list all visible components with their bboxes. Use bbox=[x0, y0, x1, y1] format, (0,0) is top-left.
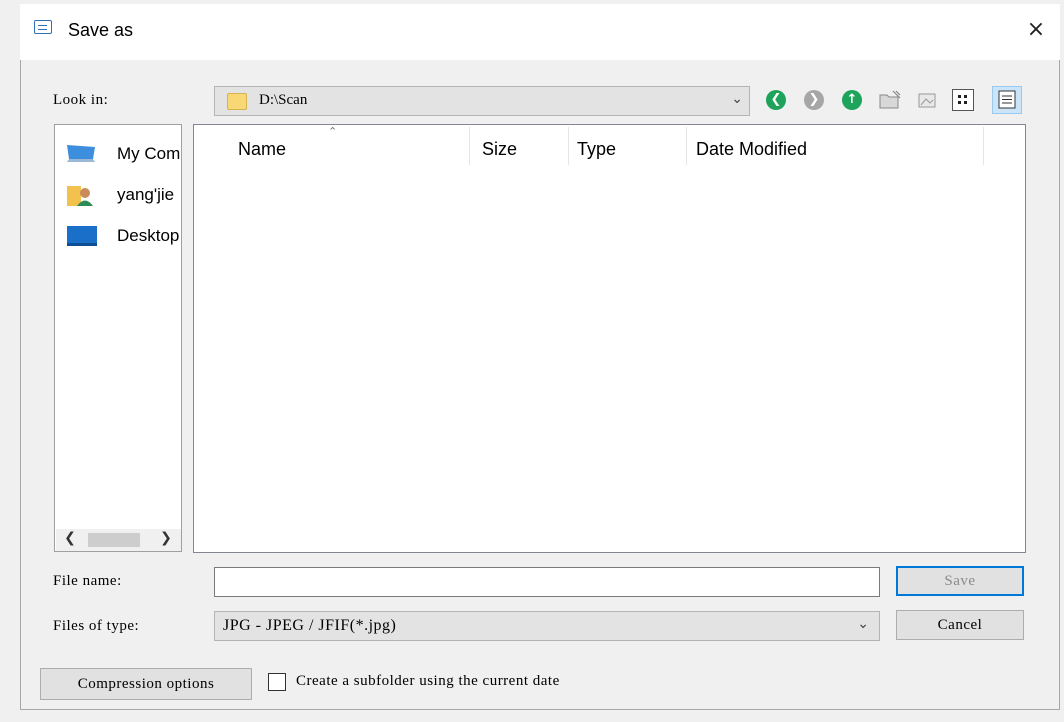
column-header-name[interactable]: Name bbox=[238, 139, 286, 160]
file-name-label: File name: bbox=[53, 573, 122, 589]
column-divider[interactable] bbox=[568, 127, 569, 165]
desktop-icon bbox=[67, 226, 97, 246]
back-icon[interactable]: ❮ bbox=[766, 90, 786, 110]
user-folder-icon bbox=[67, 186, 93, 206]
look-in-label: Look in: bbox=[53, 92, 109, 108]
subfolder-checkbox-label: Create a subfolder using the current dat… bbox=[296, 673, 560, 689]
places-bar: My Computer yang'jie Desktop ❮ ❯ bbox=[54, 124, 182, 552]
up-folder-icon[interactable]: ↑ bbox=[842, 90, 862, 110]
column-divider[interactable] bbox=[469, 127, 470, 165]
place-user[interactable]: yang'jie bbox=[65, 180, 181, 210]
places-horizontal-scrollbar[interactable]: ❮ ❯ bbox=[56, 529, 181, 551]
title-bar bbox=[20, 4, 1060, 60]
scrollbar-thumb[interactable] bbox=[88, 533, 140, 547]
forward-icon[interactable]: ❯ bbox=[804, 90, 824, 110]
look-in-value: D:\Scan bbox=[259, 92, 308, 108]
details-view-icon[interactable] bbox=[992, 86, 1022, 114]
place-label: yang'jie bbox=[117, 185, 175, 204]
chevron-down-icon[interactable]: ⌄ bbox=[731, 91, 743, 107]
sort-ascending-icon: ⌃ bbox=[328, 125, 338, 138]
close-button[interactable]: × bbox=[1018, 14, 1054, 46]
column-header-size[interactable]: Size bbox=[482, 139, 517, 160]
file-type-value: JPG - JPEG / JFIF(*.jpg) bbox=[223, 617, 397, 634]
file-type-combo[interactable]: JPG - JPEG / JFIF(*.jpg) ⌄ bbox=[214, 611, 880, 641]
chevron-down-icon[interactable]: ⌄ bbox=[857, 616, 869, 632]
dialog-title: Save as bbox=[68, 20, 134, 40]
list-view-icon[interactable] bbox=[952, 89, 974, 111]
compression-options-button[interactable]: Compression options bbox=[40, 668, 252, 700]
place-my-computer[interactable]: My Computer bbox=[65, 139, 181, 169]
subfolder-checkbox[interactable] bbox=[268, 673, 286, 691]
place-label: Desktop bbox=[117, 226, 180, 245]
preview-icon[interactable] bbox=[918, 91, 936, 109]
column-header-date-modified[interactable]: Date Modified bbox=[696, 139, 807, 160]
file-name-input[interactable] bbox=[214, 567, 880, 597]
chevron-right-icon[interactable]: ❯ bbox=[156, 530, 176, 546]
place-desktop[interactable]: Desktop bbox=[65, 221, 181, 251]
computer-icon bbox=[67, 145, 95, 162]
new-folder-icon[interactable] bbox=[878, 89, 902, 111]
save-button[interactable]: Save bbox=[896, 566, 1024, 596]
column-divider[interactable] bbox=[686, 127, 687, 165]
chevron-left-icon[interactable]: ❮ bbox=[60, 530, 80, 546]
look-in-combo[interactable]: D:\Scan ⌄ bbox=[214, 86, 750, 116]
scanner-app-icon bbox=[34, 20, 52, 34]
place-label: My Computer bbox=[117, 144, 181, 163]
column-header-type[interactable]: Type bbox=[577, 139, 616, 160]
column-divider[interactable] bbox=[983, 127, 984, 165]
file-type-label: Files of type: bbox=[53, 618, 140, 634]
folder-icon bbox=[227, 93, 247, 110]
cancel-button[interactable]: Cancel bbox=[896, 610, 1024, 640]
file-list[interactable]: Name ⌃ Size Type Date Modified bbox=[193, 124, 1026, 553]
